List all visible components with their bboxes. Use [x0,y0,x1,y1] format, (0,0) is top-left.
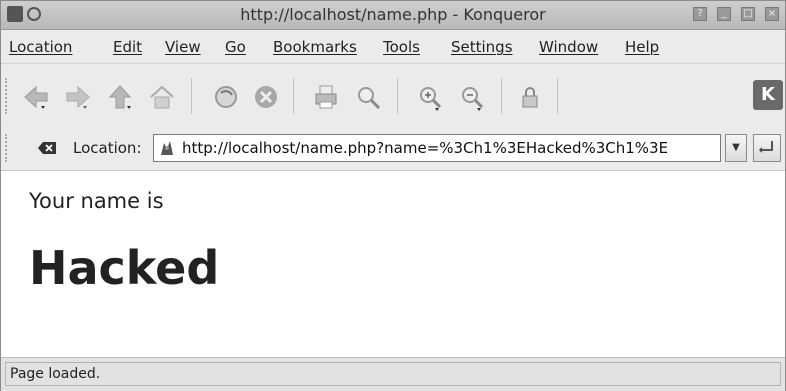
location-url-field[interactable]: http://localhost/name.php?name=%3Ch1%3EH… [153,134,721,162]
menu-tools[interactable]: Tools [383,38,420,56]
forward-icon[interactable] [63,82,93,112]
maximize-button[interactable]: □ [741,7,755,21]
menu-settings[interactable]: Settings [451,38,513,56]
browser-window: http://localhost/name.php - Konqueror ? … [0,0,786,391]
minimize-button[interactable]: _ [717,7,731,21]
close-button[interactable]: × [765,7,779,21]
toolbar-grip[interactable] [5,78,10,114]
toolbar-separator [293,78,294,114]
main-toolbar: K [1,63,785,127]
location-url-text: http://localhost/name.php?name=%3Ch1%3EH… [182,139,669,157]
toolbar-separator [501,78,502,114]
menu-bookmarks[interactable]: Bookmarks [273,38,357,56]
stop-icon[interactable] [251,82,281,112]
security-icon[interactable] [515,82,545,112]
up-icon[interactable] [105,82,135,112]
status-bar: Page loaded. [1,357,785,391]
find-icon[interactable] [353,82,383,112]
kde-logo-icon: K [753,80,783,110]
zoom-out-icon[interactable] [457,82,487,112]
location-toolbar: Location: http://localhost/name.php?name… [1,126,785,171]
clear-location-icon[interactable] [37,140,57,156]
menu-go[interactable]: Go [225,38,246,56]
zoom-in-icon[interactable] [415,82,445,112]
toolbar-separator [557,78,558,114]
menu-location[interactable]: Location [9,38,72,56]
menu-help[interactable]: Help [625,38,659,56]
home-icon[interactable] [147,82,177,112]
menu-view[interactable]: View [165,38,201,56]
print-icon[interactable] [311,82,341,112]
location-label: Location: [73,139,142,157]
status-text: Page loaded. [10,366,101,382]
page-intro-text: Your name is [29,189,164,213]
toolbar-separator [191,78,192,114]
help-window-button[interactable]: ? [693,7,707,21]
reload-icon[interactable] [211,82,241,112]
back-icon[interactable] [21,82,51,112]
page-content: Your name is Hacked [1,171,785,357]
toolbar-separator [397,78,398,114]
konqueror-favicon-icon [158,139,176,157]
status-field: Page loaded. [5,362,781,386]
window-title: http://localhost/name.php - Konqueror [240,5,546,24]
title-bar: http://localhost/name.php - Konqueror ? … [1,1,785,30]
menu-edit[interactable]: Edit [113,38,142,56]
go-button[interactable] [753,134,781,162]
location-history-dropdown[interactable]: ▼ [725,134,747,162]
toolbar-grip[interactable] [5,134,10,162]
page-headline: Hacked [29,241,220,295]
menu-bar: Location Edit View Go Bookmarks Tools Se… [1,30,785,62]
menu-window[interactable]: Window [539,38,598,56]
